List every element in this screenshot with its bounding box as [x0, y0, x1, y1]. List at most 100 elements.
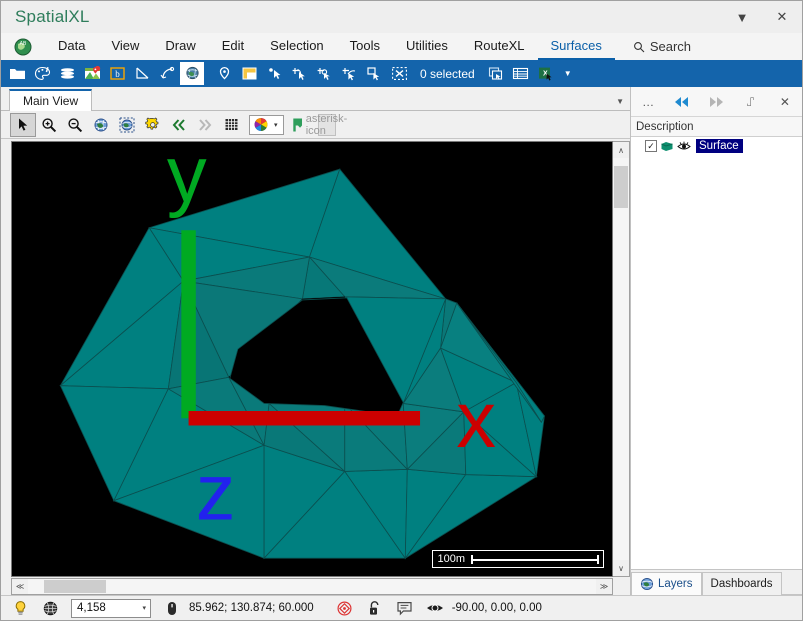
zoom-in-icon — [42, 117, 57, 132]
zoom-in-tool[interactable] — [37, 114, 61, 136]
search-label: Search — [649, 39, 692, 54]
green-flag-icon — [292, 118, 302, 131]
menu-item-data[interactable]: Data — [45, 33, 98, 60]
panel-tab-filler — [781, 572, 802, 595]
next-view-tool[interactable] — [193, 114, 217, 136]
color-palette-icon — [254, 118, 268, 131]
grid-tool[interactable] — [219, 114, 243, 136]
measure-angle-icon-button[interactable] — [130, 62, 154, 85]
zoom-level-caret[interactable]: ▾ — [142, 604, 150, 612]
scroll-corner — [613, 578, 630, 595]
zoom-selection-globe-icon — [119, 117, 135, 132]
hscroll-track[interactable] — [28, 579, 596, 594]
viewport-vertical-scrollbar[interactable]: ∧ ∨ — [613, 141, 630, 577]
layer-name[interactable]: Surface — [696, 139, 743, 153]
eye-icon[interactable] — [677, 140, 691, 152]
note-icon — [397, 602, 412, 616]
lightbulb-button[interactable] — [7, 598, 33, 618]
viewport-horizontal-scrollbar[interactable]: ≪ ≫ — [11, 578, 613, 595]
menu-item-tools[interactable]: Tools — [337, 33, 393, 60]
select-point-icon-button[interactable] — [262, 62, 286, 85]
lock-button[interactable] — [362, 598, 388, 618]
ribbon-overflow-button[interactable]: ▼ — [559, 62, 577, 85]
menu-item-draw[interactable]: Draw — [152, 33, 208, 60]
scroll-up-button[interactable]: ∧ — [613, 142, 629, 158]
table-view-icon-button[interactable] — [509, 62, 533, 85]
close-panel-icon[interactable]: ✕ — [772, 90, 798, 114]
copy-to-clipboard-icon-button[interactable] — [484, 62, 508, 85]
app-logo-button[interactable]: AB — [1, 33, 45, 60]
boundary-box-icon-button[interactable]: b — [105, 62, 129, 85]
zoom-level-combo[interactable]: 4,158 ▾ — [71, 598, 151, 618]
scale-bar-label: 100m — [437, 553, 465, 565]
axis-indicator: y x z — [167, 142, 496, 534]
menu-item-edit[interactable]: Edit — [209, 33, 257, 60]
curve-node-icon-button[interactable] — [155, 62, 179, 85]
minimize-button[interactable]: ▼ — [722, 1, 762, 33]
search-button[interactable]: Search — [615, 33, 701, 60]
target-icon — [337, 600, 352, 616]
layer-row-surface[interactable]: ✓ Surface — [631, 137, 802, 155]
more-options-icon[interactable]: … — [635, 90, 661, 114]
tab-layers[interactable]: Layers — [631, 572, 702, 595]
open-folder-icon-button[interactable] — [5, 62, 29, 85]
svg-text:AB: AB — [20, 41, 27, 47]
menu-bar: AB Data View Draw Edit Selection Tools U… — [1, 33, 802, 60]
zoom-out-icon — [68, 117, 83, 132]
zoom-out-tool[interactable] — [63, 114, 87, 136]
trim-surface-icon-button[interactable] — [362, 62, 386, 85]
tab-dashboards[interactable]: Dashboards — [701, 572, 782, 595]
scroll-left-button[interactable]: ≪ — [12, 579, 28, 594]
window-controls: ▼ ✕ — [722, 1, 802, 33]
globe-wire-button[interactable] — [37, 598, 63, 618]
note-window-icon-button[interactable] — [237, 62, 261, 85]
tab-dashboards-label: Dashboards — [710, 578, 773, 590]
menu-item-selection[interactable]: Selection — [257, 33, 336, 60]
add-vertex-icon-button[interactable] — [287, 62, 311, 85]
vscroll-thumb[interactable] — [614, 166, 628, 208]
zoom-extents-tool[interactable] — [89, 114, 113, 136]
unlock-icon — [370, 600, 379, 615]
view-toolbar: ▾ asterisk-icon — [1, 111, 630, 139]
zoom-extents-globe-icon — [94, 118, 108, 131]
globe-3d-icon — [185, 66, 199, 80]
zoom-selection-tool[interactable] — [115, 114, 139, 136]
location-pin-icon-button[interactable] — [212, 62, 236, 85]
export-excel-icon-button[interactable]: X — [534, 62, 558, 85]
scroll-right-button[interactable]: ≫ — [596, 579, 612, 594]
arrow-select-tool[interactable] — [10, 112, 36, 137]
pin-icon[interactable]: ⑀ — [738, 90, 764, 114]
location-pin-icon — [219, 66, 229, 80]
color-picker-caret[interactable]: ▾ — [271, 121, 281, 129]
map-pin-image-icon-button[interactable] — [80, 62, 104, 85]
vscroll-track[interactable] — [613, 158, 629, 560]
delete-selection-icon-button[interactable] — [387, 62, 411, 85]
select-point-icon — [268, 68, 280, 79]
menu-item-utilities[interactable]: Utilities — [393, 33, 461, 60]
target-button[interactable] — [332, 598, 358, 618]
layers-stack-icon-button[interactable] — [55, 62, 79, 85]
scroll-down-button[interactable]: ∨ — [613, 560, 629, 576]
scale-bar-line — [471, 554, 599, 564]
globe-3d-icon-button[interactable] — [180, 62, 204, 85]
settings-tool[interactable] — [141, 114, 165, 136]
document-tabs-overflow-icon[interactable]: ▼ — [616, 97, 624, 106]
palette-icon-button[interactable] — [30, 62, 54, 85]
tab-main-view[interactable]: Main View — [9, 89, 93, 111]
previous-view-tool[interactable] — [167, 114, 191, 136]
expand-right-icon[interactable] — [703, 90, 729, 114]
menu-item-surfaces[interactable]: Surfaces — [537, 33, 615, 60]
layer-checkbox[interactable]: ✓ — [645, 140, 657, 152]
close-button[interactable]: ✕ — [762, 1, 802, 33]
menu-item-view[interactable]: View — [98, 33, 152, 60]
collapse-left-icon[interactable] — [669, 90, 695, 114]
3d-viewport[interactable]: y x z 100m — [11, 141, 613, 577]
color-picker-combo[interactable]: ▾ — [249, 114, 284, 135]
note-button[interactable] — [392, 598, 418, 618]
add-node-icon-button[interactable] — [312, 62, 336, 85]
ribbon-toolbar: b 0 selected X ▼ — [1, 60, 802, 87]
hscroll-thumb[interactable] — [44, 580, 106, 593]
delete-selection-icon — [391, 67, 407, 80]
add-edge-icon-button[interactable] — [337, 62, 361, 85]
menu-item-routexl[interactable]: RouteXL — [461, 33, 538, 60]
